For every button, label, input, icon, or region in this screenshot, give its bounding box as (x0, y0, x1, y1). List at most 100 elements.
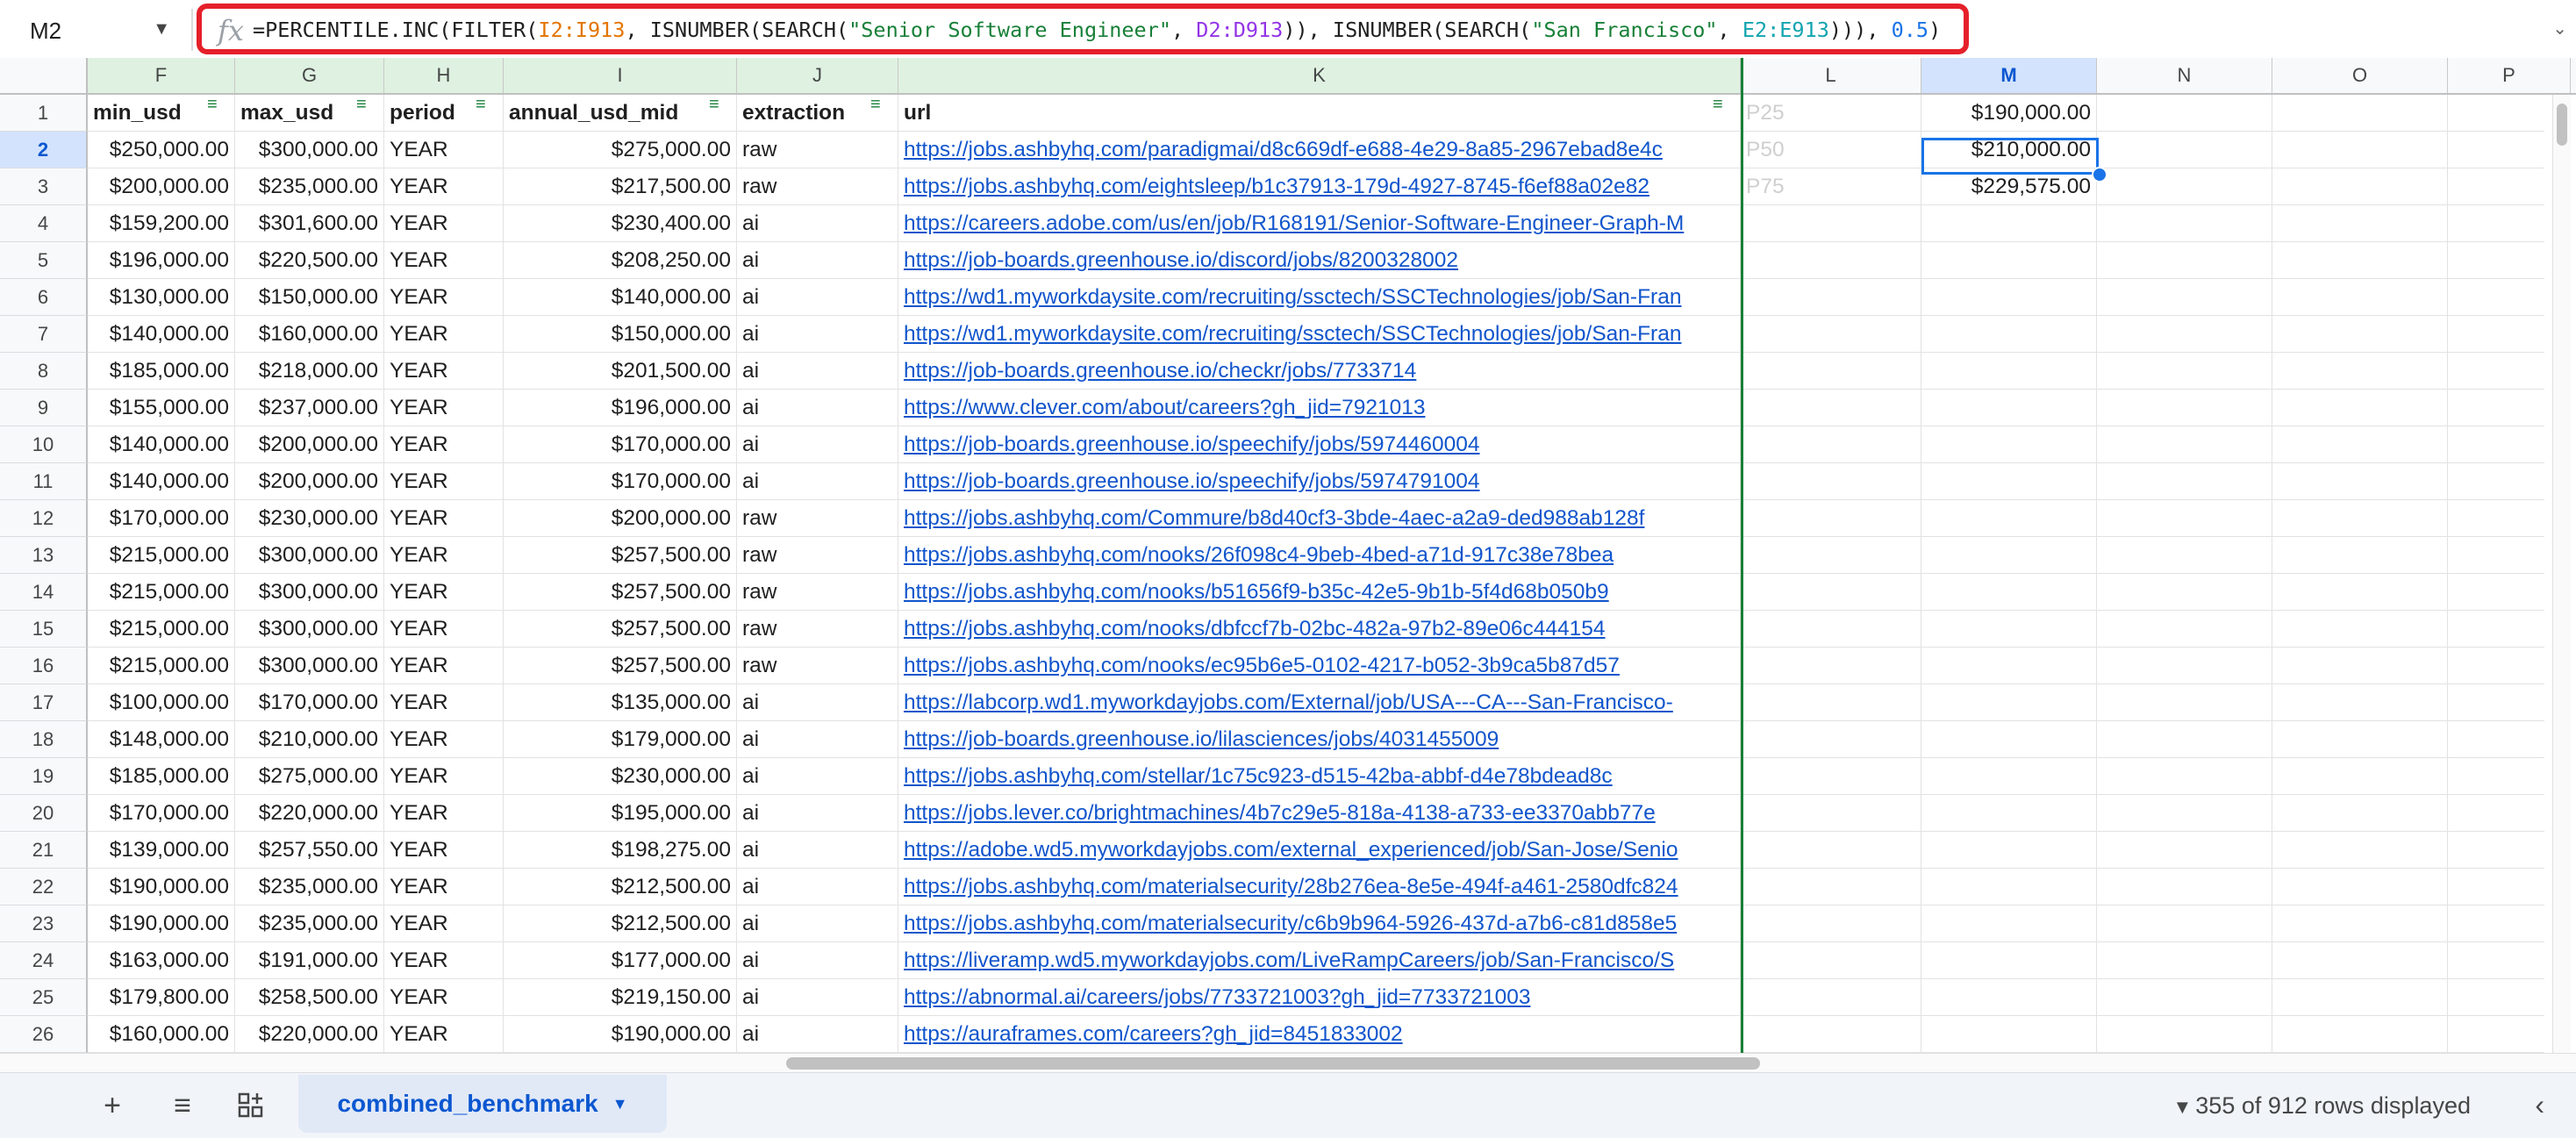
cell-o20[interactable] (2272, 795, 2448, 831)
cell-l7[interactable] (1741, 316, 1921, 352)
row-header-17[interactable]: 17 (0, 684, 88, 721)
cell-h20[interactable]: YEAR (384, 795, 504, 831)
cell-h5[interactable]: YEAR (384, 242, 504, 278)
cell-j10[interactable]: ai (737, 426, 898, 462)
cell-g21[interactable]: $257,550.00 (235, 832, 384, 868)
cell-j18[interactable]: ai (737, 721, 898, 757)
cell-o13[interactable] (2272, 537, 2448, 573)
cell-m19[interactable] (1921, 758, 2097, 794)
cell-m24[interactable] (1921, 942, 2097, 978)
cell-o9[interactable] (2272, 390, 2448, 426)
chevron-down-icon[interactable]: ▼ (612, 1095, 628, 1113)
menu-icon[interactable]: ≡ (158, 1084, 207, 1127)
cell-n19[interactable] (2097, 758, 2272, 794)
column-header-l[interactable]: L (1741, 58, 1921, 93)
cell-m17[interactable] (1921, 684, 2097, 720)
cell-p3[interactable] (2448, 168, 2544, 204)
cell-j9[interactable]: ai (737, 390, 898, 426)
cell-f4[interactable]: $159,200.00 (88, 205, 235, 241)
cell-l18[interactable] (1741, 721, 1921, 757)
cell-m6[interactable] (1921, 279, 2097, 315)
horizontal-scrollbar[interactable] (0, 1053, 2576, 1073)
filter-icon[interactable]: ≡ (476, 95, 486, 115)
cell-p20[interactable] (2448, 795, 2544, 831)
url-link[interactable]: https://careers.adobe.com/us/en/job/R168… (898, 205, 1741, 241)
url-link[interactable]: https://job-boards.greenhouse.io/discord… (898, 242, 1741, 278)
cell-n21[interactable] (2097, 832, 2272, 868)
cell-l10[interactable] (1741, 426, 1921, 462)
url-link[interactable]: https://job-boards.greenhouse.io/speechi… (898, 463, 1741, 499)
cell-i16[interactable]: $257,500.00 (504, 648, 737, 684)
cell-i7[interactable]: $150,000.00 (504, 316, 737, 352)
cell-o26[interactable] (2272, 1016, 2448, 1052)
cell-h8[interactable]: YEAR (384, 353, 504, 389)
cell-p5[interactable] (2448, 242, 2544, 278)
cell-l16[interactable] (1741, 648, 1921, 684)
cell-i8[interactable]: $201,500.00 (504, 353, 737, 389)
cell-i3[interactable]: $217,500.00 (504, 168, 737, 204)
cell-i22[interactable]: $212,500.00 (504, 869, 737, 905)
url-link[interactable]: https://liveramp.wd5.myworkdayjobs.com/L… (898, 942, 1741, 978)
row-header-19[interactable]: 19 (0, 758, 88, 795)
cell-l12[interactable] (1741, 500, 1921, 536)
column-header-o[interactable]: O (2272, 58, 2448, 93)
column-header-k[interactable]: K (898, 58, 1741, 93)
cell-l21[interactable] (1741, 832, 1921, 868)
cell-o12[interactable] (2272, 500, 2448, 536)
cell-p22[interactable] (2448, 869, 2544, 905)
cell-n6[interactable] (2097, 279, 2272, 315)
cell-m25[interactable] (1921, 979, 2097, 1015)
cell-n7[interactable] (2097, 316, 2272, 352)
cell-j7[interactable]: ai (737, 316, 898, 352)
cell-n4[interactable] (2097, 205, 2272, 241)
cell-n9[interactable] (2097, 390, 2272, 426)
cell-j13[interactable]: raw (737, 537, 898, 573)
column-label-url[interactable]: url (898, 95, 1741, 131)
cell-m20[interactable] (1921, 795, 2097, 831)
cell-f18[interactable]: $148,000.00 (88, 721, 235, 757)
cell-n2[interactable] (2097, 132, 2272, 168)
cell-n22[interactable] (2097, 869, 2272, 905)
cell-g3[interactable]: $235,000.00 (235, 168, 384, 204)
sheet-grid[interactable]: min_usd ≡ max_usd ≡ period ≡ annual_usd_mid ≡ ex… (88, 95, 2544, 1053)
column-header-f[interactable]: F (88, 58, 235, 93)
cell-f13[interactable]: $215,000.00 (88, 537, 235, 573)
cell-f23[interactable]: $190,000.00 (88, 905, 235, 941)
cell-g8[interactable]: $218,000.00 (235, 353, 384, 389)
url-link[interactable]: https://jobs.ashbyhq.com/stellar/1c75c92… (898, 758, 1741, 794)
formula-text[interactable]: =PERCENTILE.INC(FILTER(I2:I913, ISNUMBER… (253, 18, 1941, 42)
cell-f2[interactable]: $250,000.00 (88, 132, 235, 168)
chevron-down-icon[interactable]: ▼ (153, 19, 170, 39)
cell-j26[interactable]: ai (737, 1016, 898, 1052)
cell-g22[interactable]: $235,000.00 (235, 869, 384, 905)
cell-i20[interactable]: $195,000.00 (504, 795, 737, 831)
cell-p15[interactable] (2448, 611, 2544, 647)
cell-g26[interactable]: $220,000.00 (235, 1016, 384, 1052)
row-header-20[interactable]: 20 (0, 795, 88, 832)
cell-n3[interactable] (2097, 168, 2272, 204)
cell-j23[interactable]: ai (737, 905, 898, 941)
url-link[interactable]: https://jobs.ashbyhq.com/Commure/b8d40cf… (898, 500, 1741, 536)
cell-m18[interactable] (1921, 721, 2097, 757)
url-link[interactable]: https://adobe.wd5.myworkdayjobs.com/exte… (898, 832, 1741, 868)
cell-h18[interactable]: YEAR (384, 721, 504, 757)
cell-j4[interactable]: ai (737, 205, 898, 241)
cell-p12[interactable] (2448, 500, 2544, 536)
cell-h9[interactable]: YEAR (384, 390, 504, 426)
row-header-11[interactable]: 11 (0, 463, 88, 500)
cell-i23[interactable]: $212,500.00 (504, 905, 737, 941)
cell-o6[interactable] (2272, 279, 2448, 315)
cell-n26[interactable] (2097, 1016, 2272, 1052)
cell-l25[interactable] (1741, 979, 1921, 1015)
cell-p23[interactable] (2448, 905, 2544, 941)
cell-n18[interactable] (2097, 721, 2272, 757)
cell-h15[interactable]: YEAR (384, 611, 504, 647)
cell-p4[interactable] (2448, 205, 2544, 241)
url-link[interactable]: https://jobs.ashbyhq.com/materialsecurit… (898, 905, 1741, 941)
row-header-26[interactable]: 26 (0, 1016, 88, 1053)
select-all-corner[interactable] (0, 58, 88, 95)
name-box[interactable]: M2 ▼ (7, 9, 182, 53)
cell-n25[interactable] (2097, 979, 2272, 1015)
cell-h21[interactable]: YEAR (384, 832, 504, 868)
cell-l22[interactable] (1741, 869, 1921, 905)
